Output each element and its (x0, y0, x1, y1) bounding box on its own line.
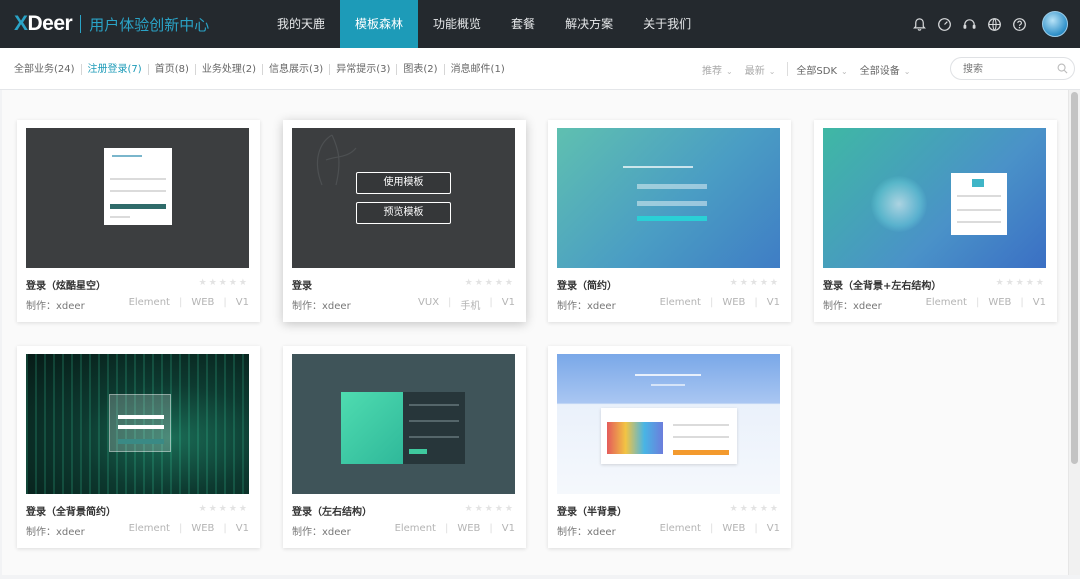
header-actions (903, 0, 1068, 48)
template-thumbnail[interactable] (557, 354, 780, 494)
rating-stars[interactable]: ★★★★★ (996, 278, 1046, 288)
mini-login-card (601, 408, 737, 464)
category-charts[interactable]: 图表(2) (397, 63, 445, 75)
template-thumbnail[interactable] (292, 354, 515, 494)
use-template-button[interactable]: 使用模板 (356, 172, 451, 194)
logo-divider (80, 15, 82, 33)
brand-logo[interactable]: XDeer 用户体验创新中心 (14, 10, 209, 38)
template-card[interactable]: 登录（半背景） ★★★★★ 制作：xdeer Element | WEB | V1 (548, 346, 791, 548)
search-box (950, 57, 1075, 80)
rating-stars[interactable]: ★★★★★ (465, 278, 515, 288)
headset-icon[interactable] (960, 15, 978, 33)
card-tags: Element | WEB | V1 (128, 297, 249, 308)
card-title: 登录（简约） (557, 281, 617, 292)
filter-bar: 全部业务(24) 注册登录(7) 首页(8) 业务处理(2) 信息展示(3) 异… (0, 48, 1080, 90)
template-thumbnail[interactable] (823, 128, 1046, 268)
rating-stars[interactable]: ★★★★★ (199, 504, 249, 514)
nav-item-packages[interactable]: 套餐 (496, 0, 550, 48)
template-thumbnail[interactable] (26, 128, 249, 268)
template-grid: 登录（炫酷星空） ★★★★★ 制作：xdeer Element | WEB | V1 使… (2, 90, 1068, 575)
nav-item-features[interactable]: 功能概览 (418, 0, 496, 48)
template-thumbnail[interactable] (26, 354, 249, 494)
template-thumbnail[interactable] (557, 128, 780, 268)
search-input[interactable] (963, 61, 1053, 77)
template-card[interactable]: 登录（全背景+左右结构） ★★★★★ 制作：xdeer Element | WEB |… (814, 120, 1057, 322)
gauge-icon[interactable] (935, 15, 953, 33)
card-tags: Element | WEB | V1 (128, 523, 249, 534)
rating-stars[interactable]: ★★★★★ (730, 278, 780, 288)
card-author: 制作：xdeer (557, 301, 616, 312)
template-thumbnail[interactable]: 使用模板 预览模板 (292, 128, 515, 268)
card-author: 制作：xdeer (26, 301, 85, 312)
card-title: 登录（半背景） (557, 507, 627, 518)
card-title: 登录（炫酷星空） (26, 281, 106, 292)
nav-item-about[interactable]: 关于我们 (628, 0, 706, 48)
template-card[interactable]: 登录（左右结构） ★★★★★ 制作：xdeer Element | WEB | V1 (283, 346, 526, 548)
template-card[interactable]: 使用模板 预览模板 登录 ★★★★★ 制作：xdeer VUX | 手机 | V1 (283, 120, 526, 322)
nav-item-template-forest[interactable]: 模板森林 (340, 0, 419, 48)
divider (787, 62, 789, 76)
category-business[interactable]: 业务处理(2) (196, 63, 264, 75)
sort-latest[interactable]: 最新 ⌄ (745, 62, 776, 77)
mini-right-panel (403, 392, 465, 464)
mini-login-form (109, 394, 171, 452)
category-messages[interactable]: 消息邮件(1) (445, 64, 511, 75)
chevron-down-icon: ⌄ (841, 66, 848, 76)
card-title: 登录（全背景+左右结构） (823, 281, 942, 292)
logo-subtitle: 用户体验创新中心 (89, 15, 210, 34)
template-card[interactable]: 登录（全背景简约） ★★★★★ 制作：xdeer Element | WEB | V1 (17, 346, 260, 548)
rating-stars[interactable]: ★★★★★ (730, 504, 780, 514)
card-tags: Element | WEB | V1 (659, 523, 780, 534)
device-select[interactable]: 全部设备 ⌄ (860, 62, 911, 77)
card-author: 制作：xdeer (557, 527, 616, 538)
bell-icon[interactable] (910, 15, 928, 33)
search-icon[interactable] (1057, 63, 1068, 74)
top-navigation-bar: XDeer 用户体验创新中心 我的天鹿 模板森林 功能概览 套餐 解决方案 关于… (0, 0, 1080, 48)
rating-stars[interactable]: ★★★★★ (199, 278, 249, 288)
rating-stars[interactable]: ★★★★★ (465, 504, 515, 514)
mini-login-form (104, 148, 172, 225)
category-register-login[interactable]: 注册登录(7) (82, 63, 149, 75)
card-author: 制作：xdeer (292, 527, 351, 538)
help-icon[interactable] (1010, 15, 1028, 33)
template-card[interactable]: 登录（炫酷星空） ★★★★★ 制作：xdeer Element | WEB | V1 (17, 120, 260, 322)
card-tags: Element | WEB | V1 (925, 297, 1046, 308)
sort-recommend[interactable]: 推荐 ⌄ (702, 62, 733, 77)
vertical-scrollbar[interactable] (1068, 90, 1080, 575)
category-error[interactable]: 异常提示(3) (330, 63, 398, 75)
template-card[interactable]: 登录（简约） ★★★★★ 制作：xdeer Element | WEB | V1 (548, 120, 791, 322)
card-author: 制作：xdeer (292, 301, 351, 312)
card-tags: Element | WEB | V1 (659, 297, 780, 308)
logo-text: XDeer (14, 12, 73, 35)
scrollbar-thumb[interactable] (1071, 92, 1078, 464)
card-author: 制作：xdeer (26, 527, 85, 538)
card-author: 制作：xdeer (823, 301, 882, 312)
category-info-display[interactable]: 信息展示(3) (263, 63, 331, 75)
globe-icon[interactable] (985, 15, 1003, 33)
preview-template-button[interactable]: 预览模板 (356, 202, 451, 224)
card-tags: Element | WEB | V1 (394, 523, 515, 534)
category-all[interactable]: 全部业务(24) (8, 63, 82, 75)
data-globe-graphic (871, 176, 927, 232)
sdk-select[interactable]: 全部SDK ⌄ (796, 62, 847, 77)
chevron-down-icon: ⌄ (903, 66, 911, 76)
category-home[interactable]: 首页(8) (149, 63, 196, 75)
card-title: 登录（全背景简约） (26, 507, 116, 518)
mini-left-panel (341, 392, 403, 464)
card-tags: VUX | 手机 | V1 (418, 297, 515, 312)
card-title: 登录（左右结构） (292, 507, 372, 518)
category-filter: 全部业务(24) 注册登录(7) 首页(8) 业务处理(2) 信息展示(3) 异… (8, 48, 511, 90)
sort-controls: 推荐 ⌄ 最新 ⌄ 全部SDK ⌄ 全部设备 ⌄ (702, 48, 922, 90)
chevron-down-icon: ⌄ (768, 66, 776, 76)
chevron-down-icon: ⌄ (726, 66, 733, 76)
mini-login-form (951, 173, 1007, 235)
main-nav: 我的天鹿 模板森林 功能概览 套餐 解决方案 关于我们 (262, 0, 706, 48)
user-avatar[interactable] (1042, 11, 1068, 37)
nav-item-my-deer[interactable]: 我的天鹿 (262, 0, 340, 48)
card-title: 登录 (292, 281, 312, 292)
nav-item-solutions[interactable]: 解决方案 (550, 0, 628, 48)
data-graphic (607, 422, 663, 454)
